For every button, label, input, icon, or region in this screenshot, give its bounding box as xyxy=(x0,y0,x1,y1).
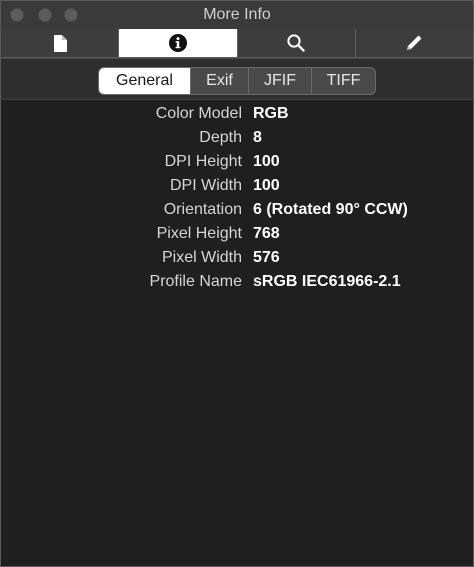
property-value: 100 xyxy=(253,153,280,170)
document-icon xyxy=(53,34,67,52)
property-key: Pixel Width xyxy=(161,249,242,266)
segment-exif[interactable]: Exif xyxy=(191,68,249,94)
segment-tiff[interactable]: TIFF xyxy=(312,68,375,94)
tab-general-info[interactable] xyxy=(1,29,120,57)
property-value: 8 xyxy=(253,129,262,146)
property-key: Color Model xyxy=(155,105,242,122)
segment-general[interactable]: General xyxy=(99,68,191,94)
property-value: sRGB IEC61966-2.1 xyxy=(253,273,401,290)
more-info-window: More Info General Exif JFIF TIFF Color M… xyxy=(0,0,474,567)
tab-search[interactable] xyxy=(238,29,356,57)
inspector-toolbar xyxy=(1,29,473,58)
search-icon xyxy=(287,34,305,52)
metadata-segmented-control: General Exif JFIF TIFF xyxy=(98,67,376,95)
property-key: Profile Name xyxy=(149,273,242,290)
property-row: Pixel Height 768 xyxy=(1,222,473,246)
properties-panel: Color Model RGB Depth 8 DPI Height 100 D… xyxy=(1,100,473,566)
property-key: Orientation xyxy=(163,201,242,218)
property-row: Orientation 6 (Rotated 90° CCW) xyxy=(1,198,473,222)
property-value: 6 (Rotated 90° CCW) xyxy=(253,201,408,218)
property-row: Depth 8 xyxy=(1,126,473,150)
title-bar: More Info xyxy=(1,1,473,30)
property-key: Pixel Height xyxy=(156,225,242,242)
property-key: DPI Width xyxy=(169,177,242,194)
tab-edit[interactable] xyxy=(356,29,473,57)
property-row: Pixel Width 576 xyxy=(1,246,473,270)
property-value: RGB xyxy=(253,105,289,122)
property-row: Profile Name sRGB IEC61966-2.1 xyxy=(1,270,473,294)
property-key: DPI Height xyxy=(164,153,242,170)
segment-bar: General Exif JFIF TIFF xyxy=(1,58,473,100)
tab-more-info[interactable] xyxy=(119,29,238,57)
property-value: 576 xyxy=(253,249,280,266)
segment-jfif[interactable]: JFIF xyxy=(249,68,312,94)
pencil-icon xyxy=(405,34,423,52)
property-row: DPI Height 100 xyxy=(1,150,473,174)
property-key: Depth xyxy=(199,129,242,146)
window-title: More Info xyxy=(203,6,271,23)
property-value: 100 xyxy=(253,177,280,194)
property-value: 768 xyxy=(253,225,280,242)
property-row: Color Model RGB xyxy=(1,102,473,126)
property-row: DPI Width 100 xyxy=(1,174,473,198)
info-icon xyxy=(168,34,187,52)
